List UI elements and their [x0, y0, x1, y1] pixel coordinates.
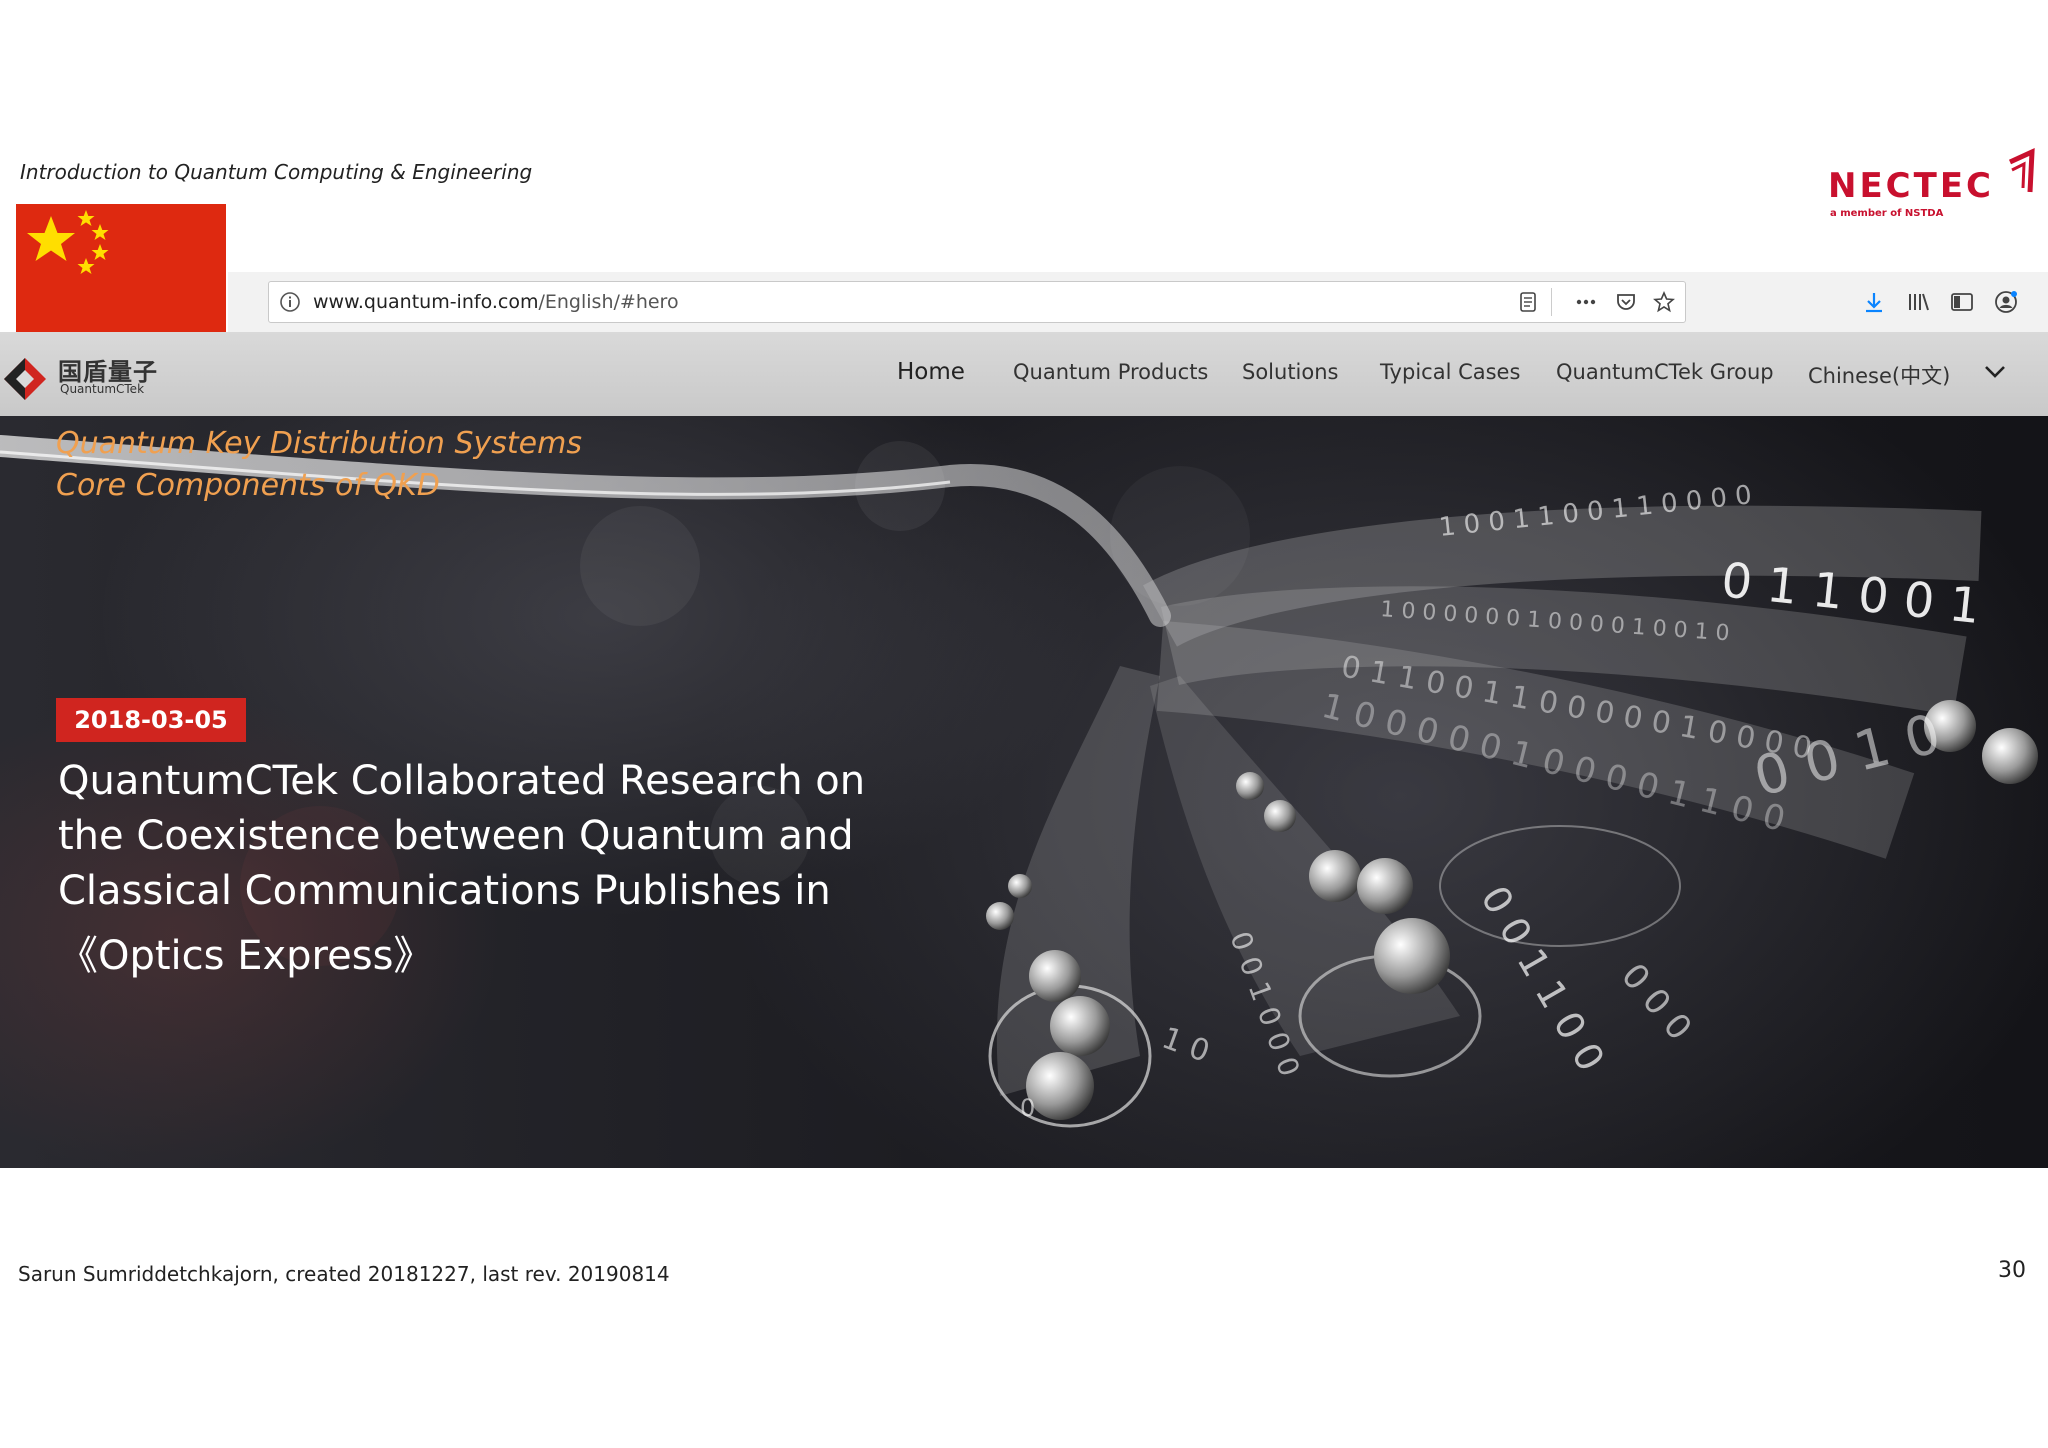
nectec-tagline: a member of NSTDA: [1830, 208, 1944, 219]
reader-view-icon[interactable]: [1517, 291, 1539, 313]
svg-text:1 0: 1 0: [1157, 1021, 1214, 1070]
hero-subtitle-qkd-systems: Quantum Key Distribution Systems: [56, 426, 582, 461]
url-host: www.quantum-info.com: [313, 291, 539, 313]
chevron-down-icon[interactable]: [1984, 364, 2006, 380]
site-navbar: 国盾量子 QuantumCTek Home Quantum Products S…: [0, 332, 2048, 416]
url-text[interactable]: www.quantum-info.com/English/#hero: [313, 291, 679, 313]
quantumctek-mark-icon: [4, 358, 46, 400]
nav-quantumctek-group[interactable]: QuantumCTek Group: [1556, 360, 1774, 384]
page-number: 30: [1998, 1258, 2026, 1283]
browser-toolbar: www.quantum-info.com/English/#hero: [228, 272, 2048, 333]
svg-text:0 0 1 1 0 0: 0 0 1 1 0 0: [1472, 879, 1613, 1079]
hero-subtitle-core-components: Core Components of QKD: [56, 468, 440, 503]
svg-text:0: 0: [1020, 1094, 1035, 1122]
svg-text:0 0 0: 0 0 0: [1613, 956, 1699, 1048]
info-icon[interactable]: [279, 291, 301, 313]
account-icon[interactable]: [1994, 290, 2018, 314]
date-badge: 2018-03-05: [56, 698, 246, 742]
flag-small-star: [91, 244, 109, 260]
slide-title: Introduction to Quantum Computing & Engi…: [20, 160, 533, 184]
headline-line[interactable]: the Coexistence between Quantum and: [58, 813, 854, 859]
headline-line[interactable]: QuantumCTek Collaborated Research on: [58, 758, 865, 804]
nav-solutions[interactable]: Solutions: [1242, 360, 1339, 384]
hero-banner[interactable]: 1 0 0 1 1 0 0 1 1 0 0 0 0 0 1 1 0 0 1 1 …: [0, 416, 2048, 1168]
headline-line[interactable]: Classical Communications Publishes in: [58, 868, 831, 914]
nectec-mark-icon: [2008, 148, 2035, 193]
nectec-logo: NECTEC a member of NSTDA: [1828, 148, 2038, 228]
nav-chinese[interactable]: Chinese(中文): [1808, 360, 1950, 390]
flag-small-star: [77, 258, 95, 274]
logo-english-name: QuantumCTek: [60, 382, 145, 396]
china-flag: [16, 204, 226, 344]
flag-large-star: [27, 216, 75, 261]
pocket-icon[interactable]: [1615, 291, 1637, 313]
url-path: /English/#hero: [538, 291, 679, 313]
library-icon[interactable]: [1906, 290, 1930, 314]
nectec-wordmark: NECTEC: [1828, 166, 1995, 206]
flag-small-star: [77, 210, 95, 226]
flag-small-star: [91, 224, 109, 240]
download-icon[interactable]: [1862, 290, 1886, 314]
url-bar[interactable]: www.quantum-info.com/English/#hero: [268, 281, 1686, 323]
nav-quantum-products[interactable]: Quantum Products: [1013, 360, 1208, 384]
nav-typical-cases[interactable]: Typical Cases: [1380, 360, 1520, 384]
nav-home[interactable]: Home: [897, 359, 965, 385]
footer-credit: Sarun Sumriddetchkajorn, created 2018122…: [18, 1262, 670, 1286]
sidebar-icon[interactable]: [1950, 290, 1974, 314]
headline-line[interactable]: 《Optics Express》: [58, 923, 433, 981]
more-icon[interactable]: [1575, 291, 1597, 313]
bookmark-star-icon[interactable]: [1653, 291, 1675, 313]
